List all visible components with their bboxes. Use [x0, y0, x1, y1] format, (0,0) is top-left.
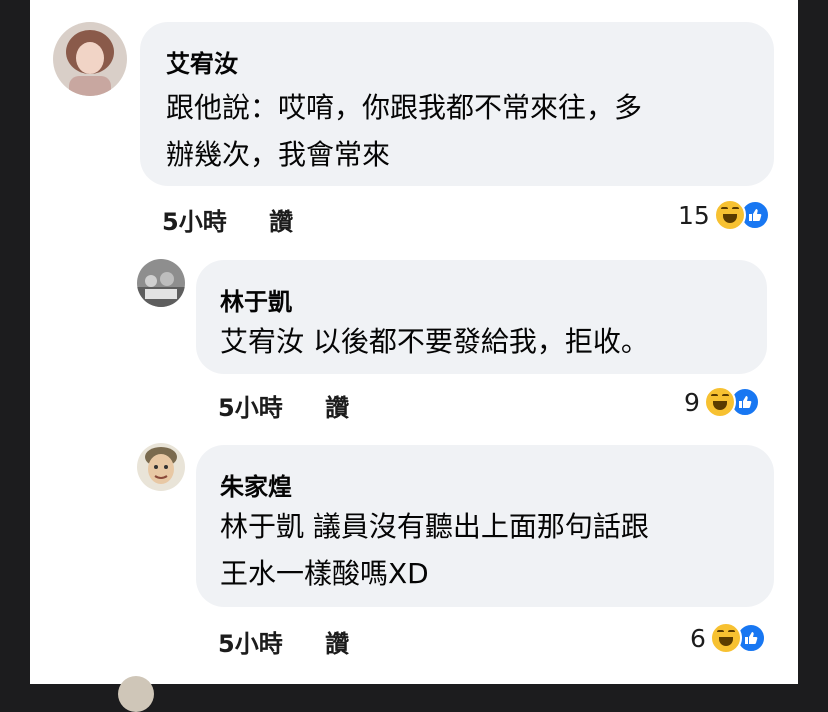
comment-text-line: 艾宥汝 以後都不要發給我，拒收。	[220, 325, 649, 358]
comment-panel: 艾宥汝 跟他說：哎唷，你跟我都不常來往，多 辦幾次，我會常來 5小時 讚 15 …	[30, 0, 798, 712]
profile-photo-icon	[137, 443, 185, 491]
like-button[interactable]: 讚	[325, 630, 349, 658]
comment-author[interactable]: 朱家煌	[220, 467, 292, 502]
reaction-count: 6	[690, 623, 706, 653]
timestamp[interactable]: 5小時	[218, 394, 283, 422]
haha-emoji-icon	[703, 386, 736, 418]
comment-author[interactable]: 艾宥汝	[166, 44, 238, 79]
reaction-count: 9	[684, 387, 700, 417]
timestamp[interactable]: 5小時	[218, 630, 283, 658]
timestamp[interactable]: 5小時	[162, 208, 227, 236]
like-button[interactable]: 讚	[269, 208, 293, 236]
reaction-summary[interactable]: 15	[678, 199, 770, 231]
like-button[interactable]: 讚	[325, 394, 349, 422]
reaction-summary[interactable]: 9	[684, 386, 760, 418]
haha-emoji-icon	[713, 199, 746, 231]
comment-meta: 5小時 讚	[218, 624, 349, 659]
profile-photo-icon	[137, 259, 185, 307]
comment-meta: 5小時 讚	[218, 388, 349, 423]
comment-bubble: 朱家煌 林于凱 議員沒有聽出上面那句話跟 王水一樣酸嗎XD	[196, 445, 774, 607]
avatar[interactable]	[137, 443, 185, 491]
haha-emoji-icon	[709, 622, 742, 654]
avatar[interactable]	[137, 259, 185, 307]
reaction-summary[interactable]: 6	[690, 622, 766, 654]
comment-author[interactable]: 林于凱	[220, 282, 292, 317]
comment-text-line: 林于凱 議員沒有聽出上面那句話跟	[220, 510, 649, 543]
comment-bubble: 林于凱 艾宥汝 以後都不要發給我，拒收。	[196, 260, 767, 374]
comment-text-line: 跟他說：哎唷，你跟我都不常來往，多	[166, 91, 643, 124]
avatar[interactable]	[118, 676, 154, 712]
avatar[interactable]	[53, 22, 127, 96]
comment-bubble: 艾宥汝 跟他說：哎唷，你跟我都不常來往，多 辦幾次，我會常來	[140, 22, 774, 186]
reaction-count: 15	[678, 200, 710, 230]
profile-photo-icon	[53, 22, 127, 96]
comment-meta: 5小時 讚	[162, 202, 293, 237]
comment-text-line: 辦幾次，我會常來	[166, 138, 391, 171]
comment-text-line: 王水一樣酸嗎XD	[220, 557, 429, 590]
